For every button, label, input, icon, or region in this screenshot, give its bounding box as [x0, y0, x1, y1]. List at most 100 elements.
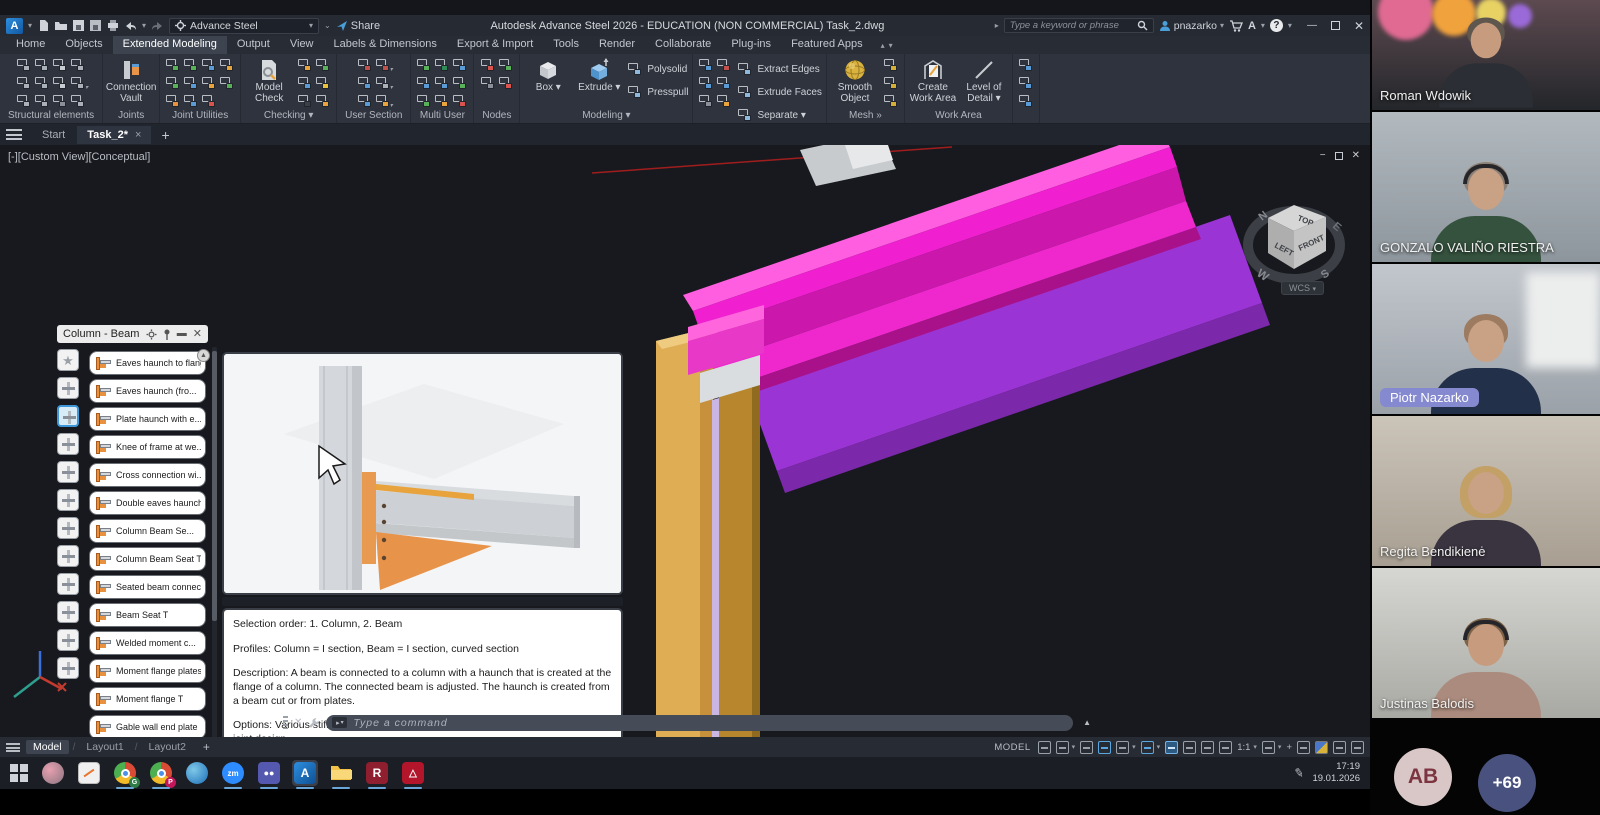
bent-plate-icon[interactable]: [69, 56, 87, 74]
overflow-avatar-69[interactable]: +69: [1478, 754, 1536, 812]
polysolid-icon[interactable]: [626, 60, 644, 78]
steel-check-icon[interactable]: [296, 92, 314, 110]
autodesk-dropdown-icon[interactable]: ▾: [1261, 21, 1265, 30]
palette-category-base-plates[interactable]: [57, 377, 79, 399]
video-tile-regita-bendikien[interactable]: Regita Bendikienė: [1372, 416, 1600, 566]
joint-item-double-eaves-haunch[interactable]: Double eaves haunch...: [89, 491, 206, 515]
restore-button[interactable]: [1331, 21, 1340, 30]
mu-sync-icon[interactable]: [433, 56, 451, 74]
ribbon-tab-labels-dimensions[interactable]: Labels & Dimensions: [324, 36, 447, 54]
section-corner-icon[interactable]: ▾: [374, 92, 392, 110]
ribbon-group-label-joint-utilities[interactable]: Joint Utilities: [164, 110, 236, 123]
node-split-icon[interactable]: [497, 74, 515, 92]
shell-icon[interactable]: [697, 92, 715, 110]
curved-beam-icon[interactable]: [15, 74, 33, 92]
pen-tray-icon[interactable]: ✎: [1293, 765, 1305, 781]
dropdown-chevron-icon[interactable]: ▾: [1253, 743, 1257, 751]
connection-vault-button[interactable]: Connection Vault: [107, 56, 155, 104]
ribbon-group-label-checking[interactable]: Checking ▾: [245, 110, 332, 123]
command-input[interactable]: ▸▾ Type a command: [326, 715, 1073, 731]
ribbon-group-label-structural-elements[interactable]: Structural elements: [4, 110, 98, 123]
model-viewport[interactable]: [-][Custom View][Conceptual] − ✕: [0, 145, 1370, 737]
ribbon-tab-render[interactable]: Render: [589, 36, 645, 54]
palette-category-misc-plates[interactable]: [57, 657, 79, 679]
palette-category-favourites[interactable]: ★: [57, 349, 79, 371]
node-arc-icon[interactable]: [479, 56, 497, 74]
start-button-icon[interactable]: [10, 764, 28, 782]
house-small-icon[interactable]: [51, 92, 69, 110]
joint-item-cross-connection-wi[interactable]: Cross connection wi...: [89, 463, 206, 487]
palette-category-pin-connection[interactable]: [57, 545, 79, 567]
joint-plate-icon[interactable]: [182, 92, 200, 110]
ucs-object-icon[interactable]: [1017, 92, 1035, 110]
ribbon-tab-plug-ins[interactable]: Plug-ins: [721, 36, 781, 54]
ribbon-options-icon[interactable]: ▾: [889, 41, 893, 50]
joint-item-knee-of-frame-at-we[interactable]: Knee of frame at we...: [89, 435, 206, 459]
app-whiteboard-icon[interactable]: [76, 760, 102, 786]
help-dropdown-icon[interactable]: ▾: [1288, 21, 1292, 30]
joint-item-column-beam-seat-t[interactable]: Column Beam Seat T: [89, 547, 206, 571]
snap-tracking-icon[interactable]: [1165, 741, 1178, 754]
joint-beam-icon[interactable]: [164, 92, 182, 110]
joint-item-plate-haunch-with-e[interactable]: Plate haunch with e...: [89, 407, 206, 431]
app-menu-chevron-icon[interactable]: ▾: [28, 21, 32, 30]
ucs-face-icon[interactable]: [1017, 74, 1035, 92]
joint-item-moment-flange-plates[interactable]: Moment flange plates: [89, 659, 206, 683]
polar-tracking-icon[interactable]: [1098, 741, 1111, 754]
twin-columns-icon[interactable]: [33, 74, 51, 92]
annotation-visibility-icon[interactable]: [1201, 741, 1214, 754]
ribbon-tab-output[interactable]: Output: [227, 36, 280, 54]
node-y-icon[interactable]: [479, 74, 497, 92]
layout-tab-model[interactable]: Model: [26, 740, 69, 754]
command-prompt-icon[interactable]: ▸▾: [332, 717, 347, 728]
app-browser-globe-icon[interactable]: [184, 760, 210, 786]
section-template-icon[interactable]: ▾: [374, 56, 392, 74]
audit-icon[interactable]: [314, 74, 332, 92]
curved-profile-icon[interactable]: [69, 92, 87, 110]
minimize-button[interactable]: —: [1307, 20, 1317, 31]
ribbon-tab-export-import[interactable]: Export & Import: [447, 36, 543, 54]
ribbon-group-label-joints[interactable]: Joints: [107, 110, 155, 123]
video-tile-gonzalo-vali-o-riestra[interactable]: GONZALO VALIÑO RIESTRA: [1372, 112, 1600, 262]
joint-item-eaves-haunch-to-flange[interactable]: Eaves haunch to flange: [89, 351, 206, 375]
section-rect-icon[interactable]: ▾: [374, 74, 392, 92]
search-expand-icon[interactable]: ▸: [995, 21, 999, 30]
dynamic-input-icon[interactable]: [1183, 741, 1196, 754]
display-check-icon[interactable]: [296, 74, 314, 92]
layout-tab-layout2[interactable]: Layout2: [142, 740, 193, 754]
app-logo-icon[interactable]: A: [6, 18, 23, 34]
joint-item-eaves-haunch-fro[interactable]: Eaves haunch (fro...: [89, 379, 206, 403]
panel-splitter[interactable]: [222, 597, 623, 606]
new-drawing-button[interactable]: +: [153, 127, 177, 143]
slice-icon[interactable]: [715, 74, 733, 92]
ribbon-tab-home[interactable]: Home: [6, 36, 55, 54]
viewport-minimize-icon[interactable]: −: [1320, 150, 1326, 161]
separate-button[interactable]: Separate ▾: [736, 106, 821, 124]
annotation-scale-value[interactable]: 1:1: [1237, 742, 1250, 753]
mu-flag-icon[interactable]: [433, 74, 451, 92]
save-icon[interactable]: [72, 19, 85, 32]
subtract-icon[interactable]: [715, 56, 733, 74]
ribbon-group-label-multi-user[interactable]: Multi User: [415, 110, 469, 123]
joint-box-icon[interactable]: [182, 74, 200, 92]
box-button[interactable]: Box ▾: [524, 56, 572, 93]
model-space-badge[interactable]: MODEL: [994, 742, 1030, 753]
app-file-explorer-icon[interactable]: [328, 760, 354, 786]
open-file-icon[interactable]: [54, 19, 68, 32]
z-profile-icon[interactable]: [33, 92, 51, 110]
layout-tab-layout1[interactable]: Layout1: [79, 740, 130, 754]
dropdown-chevron-icon[interactable]: ▾: [1157, 743, 1161, 751]
palette-category-column-beam[interactable]: [57, 405, 79, 427]
palette-settings-icon[interactable]: [146, 329, 157, 340]
joint-bolt-icon[interactable]: [200, 74, 218, 92]
update-joint-icon[interactable]: [164, 74, 182, 92]
smooth-object-button[interactable]: Smooth Object: [831, 56, 879, 104]
graphics-performance-icon[interactable]: [1315, 741, 1328, 754]
mu-lock-icon[interactable]: [433, 92, 451, 110]
mu-add-icon[interactable]: [451, 56, 469, 74]
palette-scroll-thumb[interactable]: [212, 351, 217, 621]
dropdown-chevron-icon[interactable]: ▾: [1132, 743, 1136, 751]
document-check-icon[interactable]: [314, 56, 332, 74]
cage-ladder-icon[interactable]: ▾: [69, 74, 87, 92]
clash-check-icon[interactable]: [296, 56, 314, 74]
